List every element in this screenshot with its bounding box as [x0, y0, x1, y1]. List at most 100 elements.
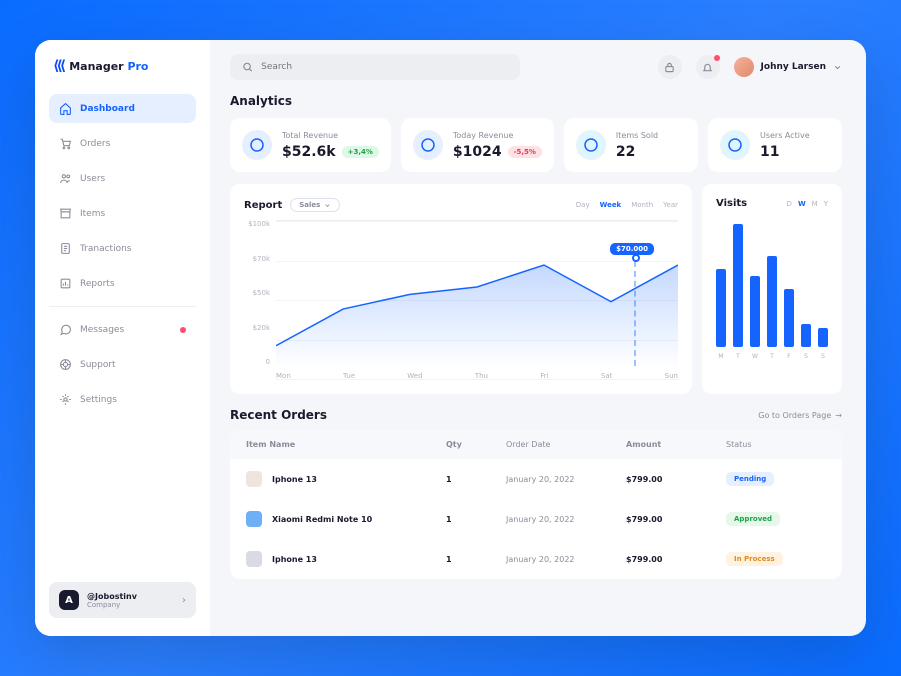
cart-icon: [59, 137, 72, 150]
logo-icon: ⟨⟨⟨: [53, 58, 63, 74]
stat-label: Users Active: [760, 131, 810, 140]
head-icon: [720, 130, 750, 160]
orders-table: Item Name Qty Order Date Amount Status I…: [230, 430, 842, 579]
nav-label: Users: [80, 174, 105, 184]
item-qty: 1: [446, 555, 506, 564]
item-qty: 1: [446, 515, 506, 524]
bar: [750, 276, 760, 348]
stat-value: $52.6k+3,4%: [282, 144, 379, 160]
item-amount: $799.00: [626, 475, 726, 484]
status-badge: In Process: [726, 552, 783, 566]
nav-divider: [49, 306, 196, 307]
box-icon: [576, 130, 606, 160]
nav-item-settings[interactable]: Settings: [49, 385, 196, 414]
stat-label: Today Revenue: [453, 131, 542, 140]
item-name: Iphone 13: [272, 475, 317, 484]
nav-item-orders[interactable]: Orders: [49, 129, 196, 158]
table-row[interactable]: Iphone 131January 20, 2022$799.00Pending: [230, 459, 842, 499]
item-name: Iphone 13: [272, 555, 317, 564]
visits-range: DWMY: [787, 200, 828, 208]
item-thumbnail: [246, 471, 262, 487]
report-title: Report: [244, 200, 282, 211]
stat-value: 22: [616, 144, 658, 160]
home-icon: [59, 102, 72, 115]
visits-range-M[interactable]: M: [812, 200, 818, 208]
nav-item-items[interactable]: Items: [49, 199, 196, 228]
chart-body: $70.000 MonTueWedThuFriSatSun: [276, 220, 678, 380]
report-range: Day Week Month Year: [576, 201, 678, 209]
nav-item-tranactions[interactable]: Tranactions: [49, 234, 196, 263]
item-date: January 20, 2022: [506, 515, 626, 524]
visits-bars: [716, 217, 828, 347]
report-panel: Report Sales DayWeekMonthYear $100k$70k$…: [230, 184, 692, 394]
report-icon: [59, 277, 72, 290]
range-year[interactable]: Year: [663, 201, 678, 209]
stat-card: Users Active 11: [708, 118, 842, 172]
stat-card: Items Sold22: [564, 118, 698, 172]
nav-label: Reports: [80, 279, 115, 289]
nav-label: Settings: [80, 395, 117, 405]
chevron-right-icon: ›: [182, 595, 186, 606]
search-icon: [242, 61, 253, 73]
th-status: Status: [726, 440, 826, 449]
nav-item-messages[interactable]: Messages: [49, 315, 196, 344]
bar: [801, 324, 811, 347]
visits-panel: Visits DWMY MTWTFSS: [702, 184, 842, 394]
visits-range-D[interactable]: D: [787, 200, 792, 208]
status-badge: Pending: [726, 472, 774, 486]
chart-tooltip: $70.000: [610, 243, 654, 255]
visits-range-W[interactable]: W: [798, 200, 806, 208]
nav-label: Tranactions: [80, 244, 132, 254]
notification-dot: [714, 55, 720, 61]
orders-page-link[interactable]: Go to Orders Page →: [758, 411, 842, 420]
stat-value: 11: [760, 144, 810, 160]
lock-button[interactable]: [658, 55, 682, 79]
notifications-button[interactable]: [696, 55, 720, 79]
search-box[interactable]: [230, 54, 520, 80]
item-amount: $799.00: [626, 555, 726, 564]
orders-heading: Recent Orders: [230, 408, 327, 422]
arrow-right-icon: →: [835, 411, 842, 420]
table-row[interactable]: Xiaomi Redmi Note 101January 20, 2022$79…: [230, 499, 842, 539]
range-day[interactable]: Day: [576, 201, 590, 209]
analytics-heading: Analytics: [230, 94, 842, 108]
logo[interactable]: ⟨⟨⟨ Manager Pro: [49, 58, 196, 74]
nav-item-support[interactable]: Support: [49, 350, 196, 379]
nav-item-users[interactable]: Users: [49, 164, 196, 193]
main-content: Johny Larsen Analytics Total Revenue$52.…: [210, 40, 866, 636]
range-month[interactable]: Month: [631, 201, 653, 209]
range-week[interactable]: Week: [600, 201, 622, 209]
item-thumbnail: [246, 551, 262, 567]
search-input[interactable]: [261, 62, 508, 72]
visits-title: Visits: [716, 198, 747, 209]
chevron-down-icon: [324, 202, 331, 209]
item-name: Xiaomi Redmi Note 10: [272, 515, 372, 524]
company-card[interactable]: A @Jobostinv Company ›: [49, 582, 196, 618]
table-row[interactable]: Iphone 13 1January 20, 2022$799.00In Proc…: [230, 539, 842, 579]
report-dropdown[interactable]: Sales: [290, 198, 340, 212]
nav-label: Messages: [80, 325, 124, 335]
item-date: January 20, 2022: [506, 475, 626, 484]
bar: [784, 289, 794, 348]
nav-item-dashboard[interactable]: Dashboard: [49, 94, 196, 123]
item-date: January 20, 2022: [506, 555, 626, 564]
company-handle: @Jobostinv: [87, 592, 174, 601]
nav-item-reports[interactable]: Reports: [49, 269, 196, 298]
sidebar: ⟨⟨⟨ Manager Pro Dashboard Orders Users Item…: [35, 40, 210, 636]
user-menu[interactable]: Johny Larsen: [734, 57, 842, 77]
life-icon: [59, 358, 72, 371]
company-info: @Jobostinv Company: [87, 592, 174, 609]
nav-primary: Dashboard Orders Users Items Tranactions Repo…: [49, 94, 196, 298]
nav-dot: [180, 327, 186, 333]
visits-range-Y[interactable]: Y: [824, 200, 828, 208]
nav-secondary: Messages Support Settings: [49, 315, 196, 414]
doc-icon: [59, 242, 72, 255]
company-avatar: A: [59, 590, 79, 610]
chart-point: [632, 254, 640, 262]
company-sub: Company: [87, 601, 174, 609]
charts-row: Report Sales DayWeekMonthYear $100k$70k$…: [230, 184, 842, 394]
th-item: Item Name: [246, 440, 446, 449]
bar: [767, 256, 777, 347]
th-amount: Amount: [626, 440, 726, 449]
bar: [818, 328, 828, 348]
